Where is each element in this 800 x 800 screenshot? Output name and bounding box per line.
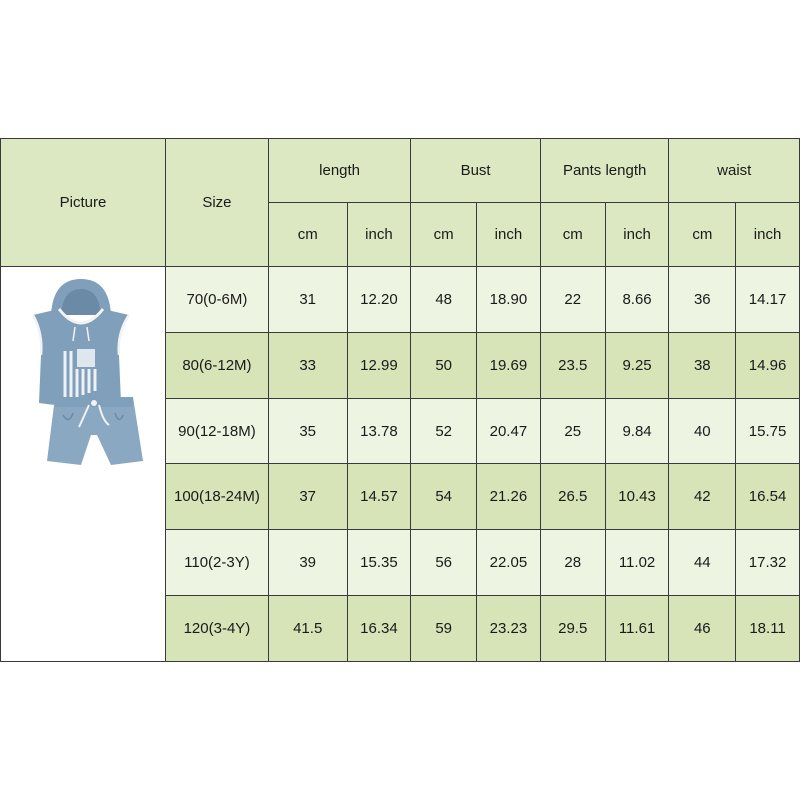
value-cell: 56 xyxy=(410,529,477,597)
value-cell: 14.96 xyxy=(735,331,800,399)
value-cell: 14.57 xyxy=(346,463,412,531)
value-cell: 46 xyxy=(668,595,737,662)
value-cell: 12.99 xyxy=(346,331,412,399)
waist-header: waist xyxy=(668,138,800,203)
value-cell: 22 xyxy=(539,266,606,333)
value-cell: 10.43 xyxy=(604,463,670,531)
value-cell: 44 xyxy=(668,529,737,597)
value-cell: 16.34 xyxy=(346,595,412,662)
length-header: length xyxy=(267,138,412,203)
size-cell: 110(2-3Y) xyxy=(165,529,269,597)
picture-header: Picture xyxy=(0,138,166,267)
value-cell: 42 xyxy=(668,463,737,531)
value-cell: 18.90 xyxy=(476,266,541,333)
unit-cm-header: cm xyxy=(668,202,737,267)
value-cell: 11.02 xyxy=(604,529,670,597)
value-cell: 21.26 xyxy=(476,463,541,531)
unit-inch-header: inch xyxy=(476,202,541,267)
value-cell: 37 xyxy=(267,463,348,531)
value-cell: 17.32 xyxy=(735,529,800,597)
value-cell: 18.11 xyxy=(735,595,800,662)
size-cell: 90(12-18M) xyxy=(165,397,269,465)
size-cell: 120(3-4Y) xyxy=(165,595,269,662)
value-cell: 26.5 xyxy=(539,463,606,531)
value-cell: 31 xyxy=(267,266,348,333)
size-cell: 80(6-12M) xyxy=(165,331,269,399)
value-cell: 50 xyxy=(410,331,477,399)
size-cell: 70(0-6M) xyxy=(165,266,269,333)
unit-cm-header: cm xyxy=(410,202,477,267)
table-row: 70(0-6M) 31 12.20 48 18.90 22 8.66 36 14… xyxy=(0,266,800,662)
value-cell: 25 xyxy=(539,397,606,465)
unit-inch-header: inch xyxy=(735,202,800,267)
size-chart-table: Picture Size length Bust Pants length wa… xyxy=(0,138,800,662)
product-image xyxy=(31,279,143,465)
value-cell: 40 xyxy=(668,397,737,465)
unit-inch-header: inch xyxy=(604,202,670,267)
value-cell: 29.5 xyxy=(539,595,606,662)
value-cell: 11.61 xyxy=(604,595,670,662)
value-cell: 41.5 xyxy=(267,595,348,662)
value-cell: 19.69 xyxy=(476,331,541,399)
value-cell: 22.05 xyxy=(476,529,541,597)
value-cell: 28 xyxy=(539,529,606,597)
product-picture-cell xyxy=(0,266,166,662)
value-cell: 16.54 xyxy=(735,463,800,531)
value-cell: 20.47 xyxy=(476,397,541,465)
value-cell: 35 xyxy=(267,397,348,465)
value-cell: 12.20 xyxy=(346,266,412,333)
value-cell: 39 xyxy=(267,529,348,597)
unit-cm-header: cm xyxy=(267,202,348,267)
unit-inch-header: inch xyxy=(346,202,412,267)
value-cell: 9.84 xyxy=(604,397,670,465)
value-cell: 15.75 xyxy=(735,397,800,465)
unit-cm-header: cm xyxy=(539,202,606,267)
bust-header: Bust xyxy=(410,138,541,203)
value-cell: 38 xyxy=(668,331,737,399)
value-cell: 8.66 xyxy=(604,266,670,333)
value-cell: 54 xyxy=(410,463,477,531)
value-cell: 23.5 xyxy=(539,331,606,399)
size-cell: 100(18-24M) xyxy=(165,463,269,531)
value-cell: 48 xyxy=(410,266,477,333)
value-cell: 23.23 xyxy=(476,595,541,662)
value-cell: 15.35 xyxy=(346,529,412,597)
value-cell: 9.25 xyxy=(604,331,670,399)
value-cell: 13.78 xyxy=(346,397,412,465)
value-cell: 33 xyxy=(267,331,348,399)
value-cell: 59 xyxy=(410,595,477,662)
value-cell: 52 xyxy=(410,397,477,465)
value-cell: 14.17 xyxy=(735,266,800,333)
pants-length-header: Pants length xyxy=(539,138,670,203)
value-cell: 36 xyxy=(668,266,737,333)
size-header: Size xyxy=(165,138,269,267)
